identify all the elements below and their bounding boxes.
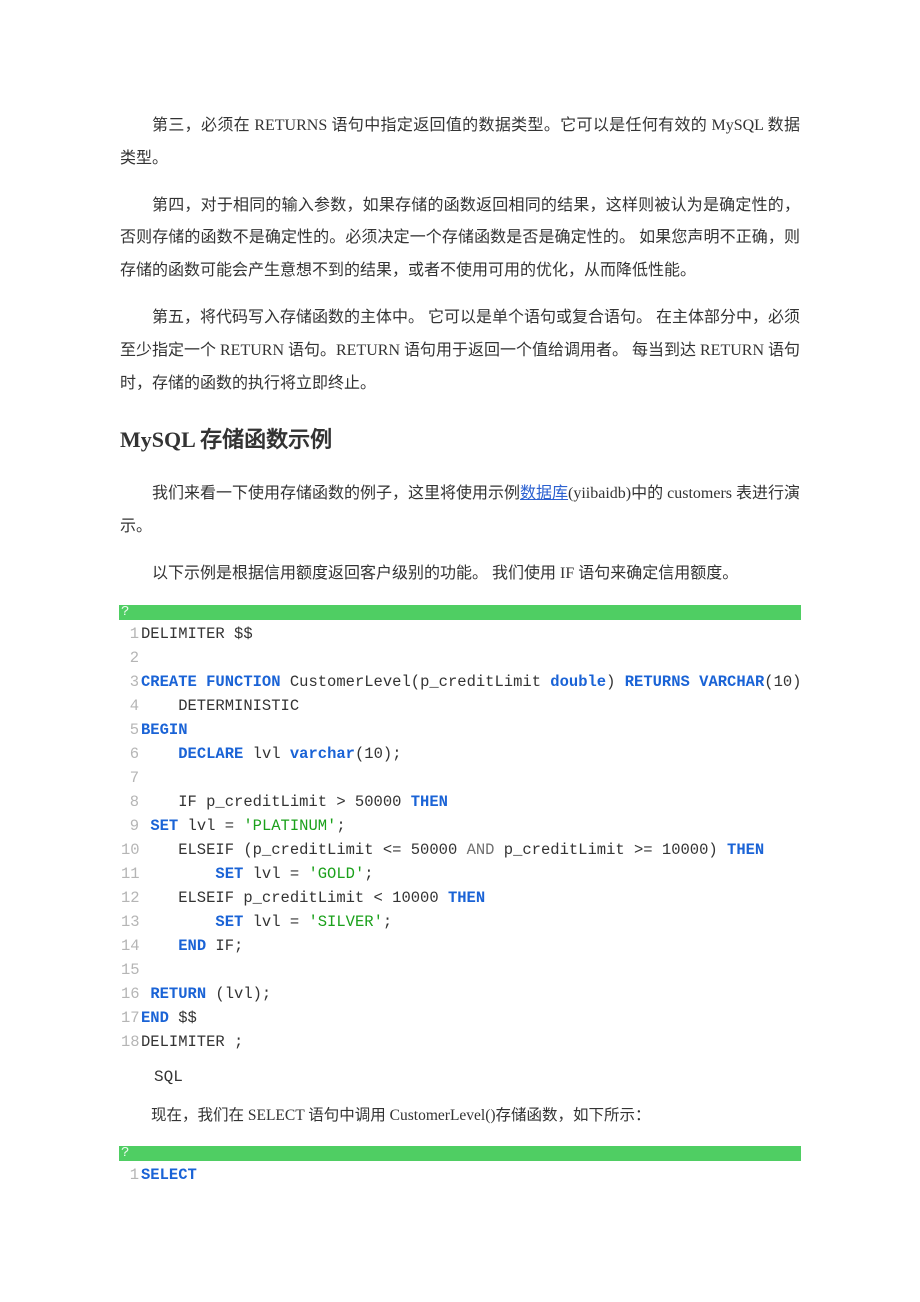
paragraph-4: 第四，对于相同的输入参数，如果存储的函数返回相同的结果，这样则被认为是确定性的，… (120, 190, 800, 288)
database-link[interactable]: 数据库 (520, 485, 568, 502)
sql-label: SQL (154, 1068, 800, 1086)
code-gutter: 1 2 3 4 5 6 7 8 9 10 11 12 13 14 15 16 1… (119, 622, 141, 1054)
intro-pre: 我们来看一下使用存储函数的例子，这里将使用示例 (152, 485, 520, 502)
code-toolbar-2[interactable]: ? (119, 1146, 801, 1161)
code-toolbar-qmark[interactable]: ? (121, 604, 129, 620)
intro-paragraph: 我们来看一下使用存储函数的例子，这里将使用示例数据库(yiibaidb)中的 c… (120, 478, 800, 544)
code-block-2: ? 1 SELECT (119, 1146, 801, 1191)
code-gutter-2: 1 (119, 1163, 141, 1187)
after-code-paragraph: 现在，我们在 SELECT 语句中调用 CustomerLevel()存储函数，… (120, 1100, 800, 1132)
intro2-paragraph: 以下示例是根据信用额度返回客户级别的功能。 我们使用 IF 语句来确定信用额度。 (120, 558, 800, 591)
code-toolbar-qmark-2[interactable]: ? (121, 1145, 129, 1161)
code-body: DELIMITER $$ CREATE FUNCTION CustomerLev… (141, 622, 802, 1054)
paragraph-5: 第五，将代码写入存储函数的主体中。 它可以是单个语句或复合语句。 在主体部分中，… (120, 302, 800, 400)
code-toolbar[interactable]: ? (119, 605, 801, 620)
heading-stored-function-example: MySQL 存储函数示例 (120, 422, 800, 454)
paragraph-3: 第三，必须在 RETURNS 语句中指定返回值的数据类型。它可以是任何有效的 M… (120, 110, 800, 176)
code-body-2: SELECT (141, 1163, 801, 1187)
code-block-1: ? 1 2 3 4 5 6 7 8 9 10 11 12 13 14 15 16… (119, 605, 801, 1058)
